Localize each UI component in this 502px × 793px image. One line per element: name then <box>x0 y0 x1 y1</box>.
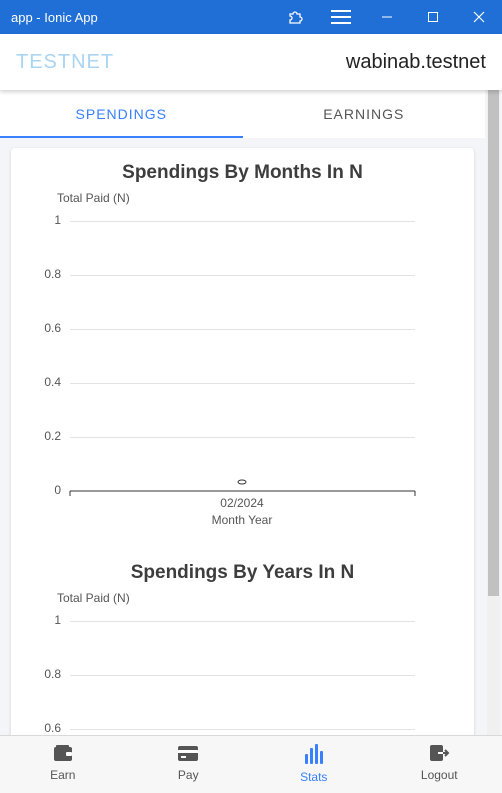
window-title: app - Ionic App <box>11 9 98 25</box>
tab-bar: Earn Pay Stats Logout <box>0 735 502 793</box>
segment-spendings[interactable]: SPENDINGS <box>0 90 243 138</box>
logout-icon <box>430 745 450 761</box>
y-tick-label: 0.8 <box>44 667 61 681</box>
stats-card: Spendings By Months In N Total Paid (N) … <box>11 148 474 735</box>
x-axis-label-months: Month Year <box>211 513 273 527</box>
tab-earn[interactable]: Earn <box>0 736 126 793</box>
chart-title-years: Spendings By Years In N <box>130 562 355 583</box>
tab-logout[interactable]: Logout <box>377 736 502 793</box>
maximize-button[interactable] <box>410 0 456 34</box>
segment-earnings[interactable]: EARNINGS <box>243 90 486 138</box>
scrollbar[interactable] <box>487 90 500 735</box>
wallet-icon <box>53 745 72 761</box>
tab-label: Earn <box>50 768 76 782</box>
brand-label: TESTNET <box>16 50 115 73</box>
tab-label: Pay <box>177 768 199 782</box>
content-area[interactable]: SPENDINGS EARNINGS Spendings By Months I… <box>0 90 502 735</box>
window-titlebar: app - Ionic App <box>0 0 502 34</box>
menu-icon[interactable] <box>318 0 364 34</box>
scrollbar-thumb[interactable] <box>488 90 499 596</box>
extensions-puzzle-icon[interactable] <box>272 0 318 34</box>
tab-label: Logout <box>420 768 458 782</box>
app-header: TESTNET wabinab.testnet <box>0 34 502 90</box>
account-name: wabinab.testnet <box>345 50 486 73</box>
tab-pay[interactable]: Pay <box>126 736 252 793</box>
segment-control: SPENDINGS EARNINGS <box>0 90 485 138</box>
y-tick-label: 1 <box>54 613 61 627</box>
stats-chart-icon <box>304 744 323 764</box>
tab-label: Stats <box>300 770 328 784</box>
close-button[interactable] <box>456 0 502 34</box>
y-axis-label-years: Total Paid (N) <box>57 591 130 605</box>
gridline <box>70 675 415 676</box>
gridline <box>70 621 415 622</box>
y-tick-label: 0.6 <box>44 721 61 735</box>
months-plot <box>69 479 416 496</box>
minimize-button[interactable] <box>364 0 410 34</box>
card-icon <box>178 746 199 761</box>
tab-stats[interactable]: Stats <box>251 736 377 793</box>
data-point <box>237 479 247 485</box>
x-tick-label: 02/2024 <box>220 496 264 510</box>
gridline <box>70 729 415 730</box>
